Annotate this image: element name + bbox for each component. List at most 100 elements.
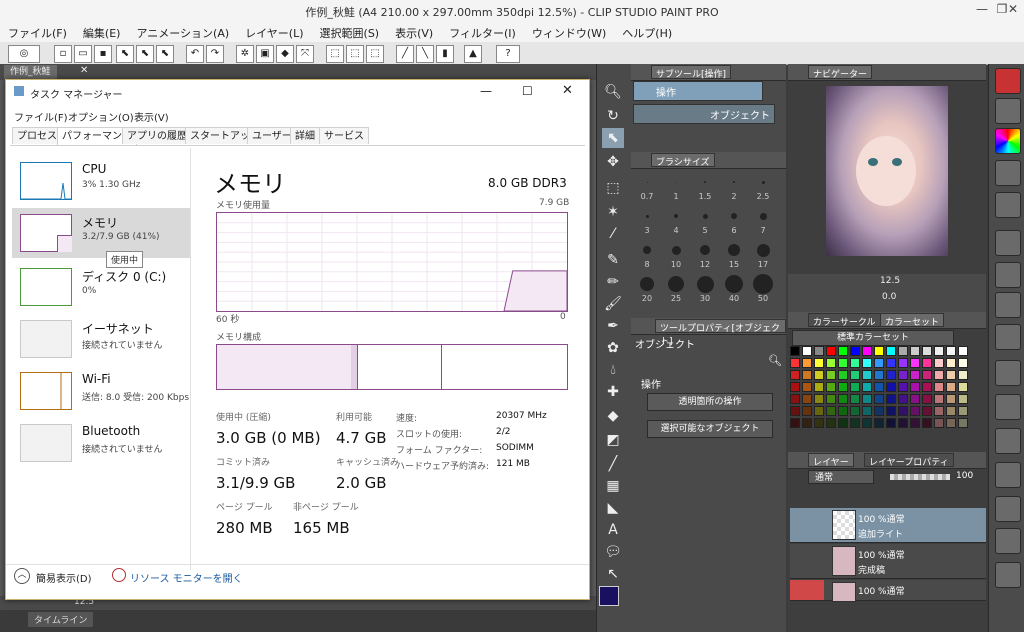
color-swatch[interactable]: [790, 370, 800, 380]
color-swatch[interactable]: [814, 346, 824, 356]
color-swatch[interactable]: [910, 370, 920, 380]
color-swatch[interactable]: [958, 358, 968, 368]
resource-monitor-link[interactable]: リソース モニターを開く: [130, 570, 243, 585]
brush-size-label[interactable]: 3: [637, 226, 657, 235]
timeline-tab[interactable]: タイムライン: [28, 612, 94, 627]
color-swatch[interactable]: [802, 382, 812, 392]
color-swatch[interactable]: [826, 358, 836, 368]
color-swatch[interactable]: [946, 394, 956, 404]
color-swatch[interactable]: [802, 346, 812, 356]
color-swatch[interactable]: [946, 346, 956, 356]
navigator-zoom[interactable]: 12.5: [880, 276, 900, 286]
navigator-preview[interactable]: [826, 86, 948, 256]
select-icon[interactable]: ⬉: [116, 45, 134, 63]
info-icon[interactable]: [995, 528, 1021, 554]
brush-size-label[interactable]: 6: [724, 226, 744, 235]
color-swatch[interactable]: [802, 418, 812, 428]
tm-close-icon[interactable]: ✕: [562, 83, 573, 98]
color-swatch[interactable]: [850, 418, 860, 428]
crop-icon[interactable]: ⬚: [346, 45, 364, 63]
color-swatch[interactable]: [934, 382, 944, 392]
color-swatch[interactable]: [898, 418, 908, 428]
color-swatch[interactable]: [838, 418, 848, 428]
document-tab-close-icon[interactable]: ✕: [80, 65, 88, 76]
resource-cpu[interactable]: CPU 3% 1.30 GHz: [12, 156, 190, 206]
toolprop-tab[interactable]: ツールプロパティ[オブジェクト]: [655, 319, 786, 347]
blend-tool-icon[interactable]: 💧︎: [602, 360, 624, 380]
color-swatch[interactable]: [946, 382, 956, 392]
figure-tool-icon[interactable]: ╱: [602, 454, 624, 474]
color-swatch[interactable]: [838, 370, 848, 380]
color-swatch[interactable]: [910, 358, 920, 368]
object-list-icon[interactable]: [995, 324, 1021, 350]
color-swatch[interactable]: [850, 346, 860, 356]
color-swatch[interactable]: [886, 370, 896, 380]
tab-app-history[interactable]: アプリの履歴: [122, 127, 192, 144]
color-swatch[interactable]: [814, 370, 824, 380]
layer-property-tab[interactable]: レイヤープロパティ: [864, 453, 954, 468]
color-swatch[interactable]: [898, 406, 908, 416]
quick-access-icon[interactable]: [995, 462, 1021, 488]
colorcircle-tab[interactable]: カラーサークル: [808, 313, 881, 328]
color-swatch[interactable]: [790, 346, 800, 356]
color-swatch[interactable]: [958, 418, 968, 428]
color-swatch[interactable]: [850, 370, 860, 380]
color-swatch[interactable]: [814, 394, 824, 404]
color-swatch[interactable]: [898, 370, 908, 380]
color-swatch[interactable]: [826, 370, 836, 380]
color-swatch[interactable]: [850, 382, 860, 392]
color-swatch[interactable]: [886, 346, 896, 356]
color-swatch[interactable]: [922, 346, 932, 356]
tab-processes[interactable]: プロセス: [12, 127, 62, 144]
history-icon[interactable]: [995, 230, 1021, 256]
layer-row[interactable]: 100 %通常 追加ライト: [790, 508, 986, 543]
color-swatch[interactable]: [874, 382, 884, 392]
correction-tool-icon[interactable]: ↖: [602, 564, 624, 584]
sub-view-icon[interactable]: [995, 496, 1021, 522]
snap-grid-icon[interactable]: ▮: [436, 45, 454, 63]
color-swatch[interactable]: [850, 406, 860, 416]
clear-icon[interactable]: ▣: [256, 45, 274, 63]
navigator-tab[interactable]: ナビゲーター: [808, 65, 873, 80]
color-swatch[interactable]: [850, 358, 860, 368]
color-swatch[interactable]: [958, 382, 968, 392]
color-swatch[interactable]: [886, 394, 896, 404]
select-layer-icon[interactable]: ⬉: [156, 45, 174, 63]
color-swatch[interactable]: [874, 358, 884, 368]
auto-select-tool-icon[interactable]: ✶: [602, 202, 624, 222]
color-swatch[interactable]: [934, 394, 944, 404]
color-swatch[interactable]: [862, 358, 872, 368]
selectable-object-select[interactable]: 選択可能なオブジェクト: [647, 420, 773, 438]
ruler-tool-icon[interactable]: ◣: [602, 498, 624, 518]
color-swatch[interactable]: [886, 382, 896, 392]
color-slider-icon[interactable]: [995, 98, 1021, 124]
zoom-tool-icon[interactable]: 🔍︎: [602, 82, 624, 102]
color-swatch[interactable]: [886, 418, 896, 428]
resource-disk[interactable]: ディスク 0 (C:) 0%: [12, 262, 190, 312]
layer-tab[interactable]: レイヤー: [808, 453, 854, 468]
color-swatch[interactable]: [838, 406, 848, 416]
color-swatch[interactable]: [958, 394, 968, 404]
colorset-select[interactable]: 標準カラーセット: [792, 330, 954, 346]
color-swatch[interactable]: [958, 370, 968, 380]
menu-file[interactable]: ファイル(F): [0, 22, 75, 42]
opacity-slider[interactable]: [890, 474, 950, 480]
color-swatch[interactable]: [946, 358, 956, 368]
color-swatch[interactable]: [814, 358, 824, 368]
color-swatch[interactable]: [946, 370, 956, 380]
invert-icon[interactable]: ⬚: [366, 45, 384, 63]
color-swatch[interactable]: [958, 406, 968, 416]
color-swatch[interactable]: [922, 358, 932, 368]
close-icon[interactable]: ✕: [1004, 2, 1022, 20]
decoration-tool-icon[interactable]: ✿: [602, 338, 624, 358]
menu-animation[interactable]: アニメーション(A): [128, 22, 237, 42]
loading-icon[interactable]: ✲: [236, 45, 254, 63]
color-swatch[interactable]: [862, 406, 872, 416]
colorset-icon[interactable]: [995, 128, 1021, 154]
color-swatch[interactable]: [946, 406, 956, 416]
menu-filter[interactable]: フィルター(I): [441, 22, 524, 42]
brush-size-label[interactable]: 4: [666, 226, 686, 235]
chevron-up-icon[interactable]: ︿: [14, 568, 30, 584]
opacity-value[interactable]: 100: [956, 471, 973, 481]
layer-row[interactable]: 100 %通常 完成稿: [790, 544, 986, 579]
